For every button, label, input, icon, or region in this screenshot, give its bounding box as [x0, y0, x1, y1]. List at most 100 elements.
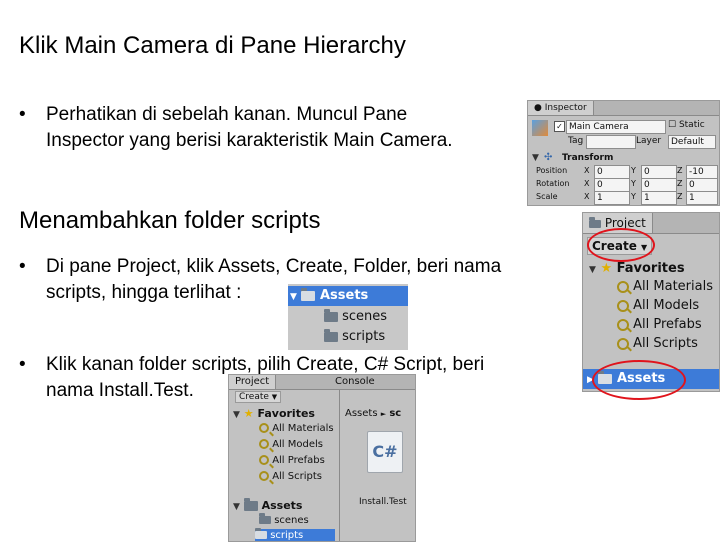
- rotation-x-field[interactable]: 0: [594, 178, 630, 192]
- transform-foldout-icon[interactable]: ▼: [532, 153, 539, 163]
- tree-item-scripts[interactable]: scripts: [324, 328, 385, 346]
- favorites-header[interactable]: ▼ ★ Favorites: [589, 261, 685, 276]
- folder-icon: [255, 528, 267, 539]
- transform-label: Transform: [562, 153, 614, 163]
- tab-inspector[interactable]: ● Inspector: [528, 101, 594, 115]
- favorites-item-label: All Scripts: [633, 336, 698, 351]
- favorites-item[interactable]: All Scripts: [259, 471, 322, 482]
- search-icon: [617, 280, 629, 293]
- folder-icon: [301, 287, 316, 301]
- scale-z-field[interactable]: 1: [686, 191, 718, 205]
- scale-y-field[interactable]: 1: [641, 191, 677, 205]
- expand-arrow-icon[interactable]: ▼: [589, 265, 596, 275]
- position-x-field[interactable]: 0: [594, 165, 630, 179]
- tree-item-scripts-label: scripts: [270, 530, 304, 541]
- favorites-item-label: All Materials: [272, 423, 334, 434]
- tab-console-label: Console: [335, 376, 375, 387]
- axis-y-label: Y: [631, 166, 636, 175]
- active-checkbox[interactable]: ✓: [554, 121, 565, 132]
- pane-divider[interactable]: [339, 389, 340, 541]
- favorites-label: Favorites: [616, 261, 685, 276]
- axis-y-label: Y: [631, 179, 636, 188]
- breadcrumb-assets[interactable]: Assets: [345, 408, 378, 419]
- tree-item-scripts-label: scripts: [342, 329, 386, 344]
- expand-arrow-icon[interactable]: ▼: [290, 292, 297, 302]
- static-toggle[interactable]: ☐ Static: [668, 120, 705, 130]
- search-icon: [259, 471, 269, 481]
- search-icon: [617, 337, 629, 350]
- object-name-field[interactable]: Main Camera: [566, 120, 666, 134]
- favorites-label: Favorites: [257, 407, 315, 420]
- bullet-create-folder-line1: Di pane Project, klik Assets, Create, Fo…: [46, 256, 502, 277]
- rotation-z-field[interactable]: 0: [686, 178, 718, 192]
- gameobject-icon: [532, 120, 548, 136]
- bullet-glyph: •: [19, 354, 26, 375]
- tab-inspector-label: Inspector: [544, 103, 587, 113]
- tree-item-assets[interactable]: ▼ Assets: [233, 498, 303, 512]
- axis-z-label: Z: [677, 192, 683, 201]
- search-icon: [259, 423, 269, 433]
- scale-label: Scale: [536, 192, 558, 201]
- search-icon: [617, 318, 629, 331]
- tab-project-label: Project: [235, 376, 270, 387]
- tree-item-scenes-label: scenes: [342, 309, 388, 324]
- inspector-tabbar: ● Inspector: [528, 101, 719, 116]
- static-label: Static: [678, 120, 705, 130]
- project-panel-bottom: Project Console Create ▼ ▼ ★ Favorites A…: [228, 374, 416, 542]
- tree-item-assets[interactable]: ▼ Assets: [288, 286, 408, 306]
- axis-y-label: Y: [631, 192, 636, 201]
- search-icon: [259, 455, 269, 465]
- inspector-panel: ● Inspector ✓ Main Camera ☐ Static Tag L…: [527, 100, 720, 206]
- expand-arrow-icon[interactable]: ▼: [233, 502, 240, 512]
- tag-label: Tag: [568, 136, 584, 146]
- tree-item-scenes[interactable]: scenes: [324, 308, 387, 326]
- folder-icon: [243, 498, 258, 511]
- breadcrumb: Assets ► sc: [345, 408, 401, 419]
- favorites-header[interactable]: ▼ ★ Favorites: [233, 407, 315, 420]
- csharp-file-icon[interactable]: C#: [367, 431, 403, 473]
- breadcrumb-scripts[interactable]: sc: [389, 408, 401, 419]
- tree-item-scripts[interactable]: scripts: [255, 528, 335, 541]
- bullet-glyph: •: [19, 104, 26, 125]
- folder-tree-snippet: ▼ Assets scenes scripts: [288, 284, 408, 350]
- favorites-item[interactable]: All Models: [259, 439, 323, 450]
- tree-item-scenes[interactable]: scenes: [259, 513, 309, 526]
- position-y-field[interactable]: 0: [641, 165, 677, 179]
- position-label: Position: [536, 166, 568, 175]
- search-icon: [259, 439, 269, 449]
- axis-z-label: Z: [677, 179, 683, 188]
- dropdown-arrow-icon: ▼: [271, 393, 278, 401]
- favorites-item[interactable]: All Models: [617, 298, 699, 313]
- favorites-item[interactable]: All Prefabs: [617, 317, 702, 332]
- position-z-field[interactable]: -10: [686, 165, 718, 179]
- favorites-item-label: All Materials: [633, 279, 713, 294]
- breadcrumb-separator-icon: ►: [380, 410, 387, 418]
- tab-project[interactable]: Project: [229, 375, 277, 389]
- create-button[interactable]: Create ▼: [235, 391, 282, 403]
- layer-label: Layer: [636, 136, 662, 146]
- folder-icon: [324, 328, 338, 342]
- expand-arrow-icon[interactable]: ▼: [233, 410, 240, 420]
- bullet-glyph: •: [19, 256, 26, 277]
- scale-x-field[interactable]: 1: [594, 191, 630, 205]
- bullet-create-folder-line2: scripts, hingga terlihat :: [46, 282, 242, 303]
- layer-dropdown[interactable]: Default: [668, 135, 716, 149]
- search-icon: [617, 299, 629, 312]
- favorites-item-label: All Models: [272, 439, 323, 450]
- project-bottom-tabbar: Project Console: [229, 375, 415, 390]
- favorites-item[interactable]: All Prefabs: [259, 455, 325, 466]
- favorites-item[interactable]: All Materials: [617, 279, 713, 294]
- tree-item-assets-label: Assets: [261, 499, 303, 512]
- tab-console[interactable]: Console: [329, 375, 381, 389]
- highlight-create-circle: [587, 228, 655, 262]
- rotation-y-field[interactable]: 0: [641, 178, 677, 192]
- file-name-label[interactable]: Install.Test: [359, 497, 407, 507]
- favorites-item[interactable]: All Scripts: [617, 336, 698, 351]
- create-button-label: Create: [239, 392, 269, 402]
- star-icon: ★: [600, 261, 613, 276]
- favorites-item-label: All Models: [633, 298, 700, 313]
- axis-z-label: Z: [677, 166, 683, 175]
- folder-icon: [589, 216, 601, 228]
- favorites-item[interactable]: All Materials: [259, 423, 334, 434]
- tag-dropdown[interactable]: [586, 135, 636, 149]
